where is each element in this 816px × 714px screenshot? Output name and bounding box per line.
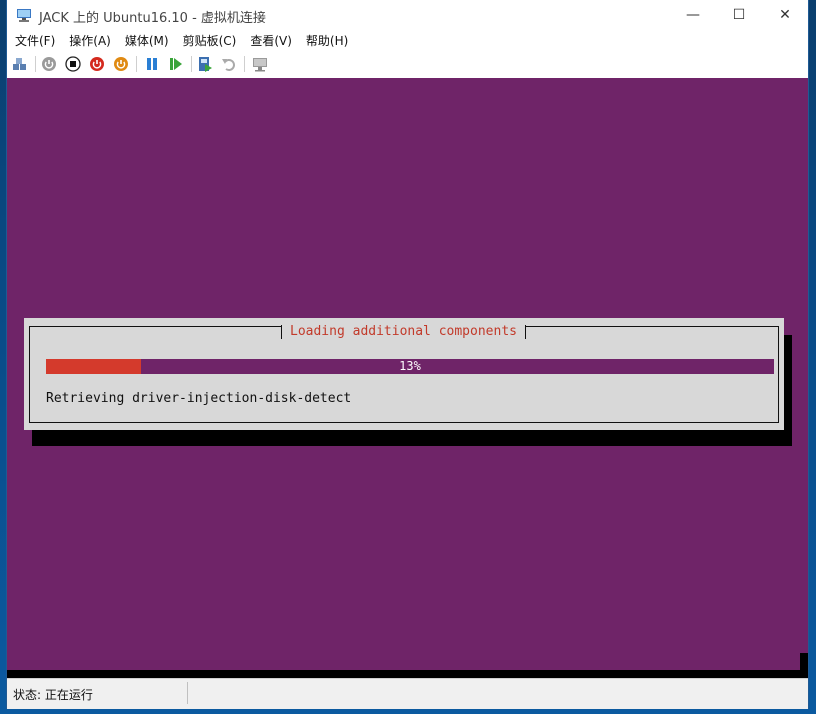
menu-help[interactable]: 帮助(H) bbox=[298, 32, 354, 49]
vm-connection-app-icon bbox=[17, 9, 31, 22]
toolbar-separator bbox=[35, 56, 36, 72]
toolbar-separator bbox=[244, 56, 245, 72]
maximize-icon: ☐ bbox=[732, 7, 746, 23]
toolbar bbox=[7, 50, 808, 79]
reset-icon[interactable] bbox=[168, 56, 184, 72]
dialog-frame: Loading additional components 13% Retrie… bbox=[29, 325, 779, 423]
window-title: JACK 上的 Ubuntu16.10 - 虚拟机连接 bbox=[39, 11, 266, 26]
status-divider bbox=[187, 682, 188, 704]
toolbar-separator bbox=[136, 56, 137, 72]
minimize-icon: — bbox=[686, 7, 700, 23]
vm-display[interactable]: Loading additional components 13% Retrie… bbox=[7, 78, 808, 670]
menu-action[interactable]: 操作(A) bbox=[61, 32, 117, 49]
title-bar: JACK 上的 Ubuntu16.10 - 虚拟机连接 — ☐ ✕ bbox=[7, 0, 808, 30]
menu-view[interactable]: 查看(V) bbox=[242, 32, 298, 49]
checkpoint-icon[interactable] bbox=[197, 56, 213, 72]
toolbar-separator bbox=[191, 56, 192, 72]
screen-edge-artifact bbox=[800, 653, 808, 670]
ctrl-alt-del-icon[interactable] bbox=[12, 56, 28, 72]
status-bar: 状态: 正在运行 bbox=[7, 678, 808, 709]
close-icon: ✕ bbox=[779, 7, 791, 23]
maximize-button[interactable]: ☐ bbox=[716, 0, 762, 30]
dialog-title: Loading additional components bbox=[281, 325, 526, 339]
start-icon[interactable] bbox=[41, 56, 57, 72]
menu-clipboard[interactable]: 剪贴板(C) bbox=[175, 32, 243, 49]
progress-label: 13% bbox=[399, 359, 421, 373]
display-bottom-edge bbox=[7, 670, 808, 678]
vm-connection-window: JACK 上的 Ubuntu16.10 - 虚拟机连接 — ☐ ✕ 文件(F) … bbox=[7, 0, 808, 709]
installer-dialog: Loading additional components 13% Retrie… bbox=[24, 318, 784, 430]
menu-media[interactable]: 媒体(M) bbox=[117, 32, 175, 49]
progress-bar: 13% bbox=[46, 359, 774, 374]
menu-bar: 文件(F) 操作(A) 媒体(M) 剪贴板(C) 查看(V) 帮助(H) bbox=[7, 30, 808, 50]
turn-off-icon[interactable] bbox=[65, 56, 81, 72]
enhanced-session-icon[interactable] bbox=[252, 56, 268, 72]
menu-file[interactable]: 文件(F) bbox=[7, 32, 61, 49]
close-button[interactable]: ✕ bbox=[762, 0, 808, 30]
shutdown-icon[interactable] bbox=[89, 56, 105, 72]
pause-icon[interactable] bbox=[144, 56, 160, 72]
status-message: Retrieving driver-injection-disk-detect bbox=[46, 391, 352, 406]
revert-icon[interactable] bbox=[221, 56, 237, 72]
minimize-button[interactable]: — bbox=[670, 0, 716, 30]
save-icon[interactable] bbox=[113, 56, 129, 72]
status-text: 状态: 正在运行 bbox=[13, 688, 93, 702]
